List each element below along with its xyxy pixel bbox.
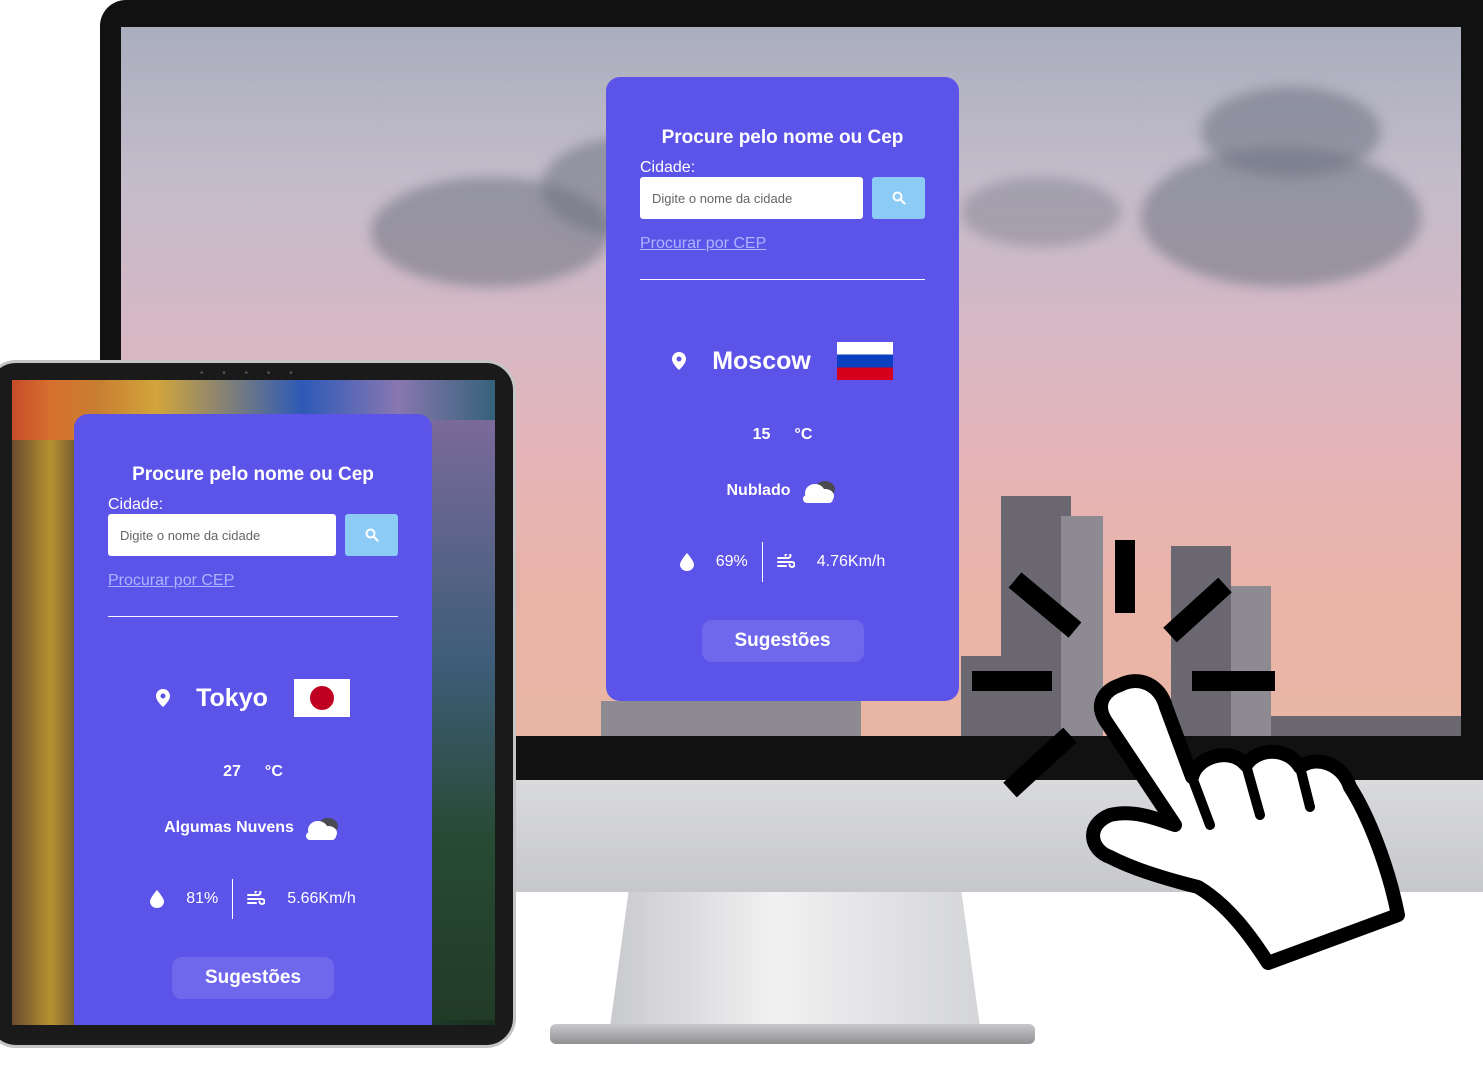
cloud-icon [802,481,835,503]
japan-flag-icon [293,679,350,717]
humidity-value: 69% [715,553,748,570]
city-label: Cidade: [108,496,164,513]
city-name: Tokyo [196,683,268,712]
wind-icon [247,891,266,905]
weather-description: Algumas Nuvens [164,819,294,836]
divider [640,279,925,280]
suggestions-button[interactable]: Sugestões [172,957,334,999]
weather-stats-row: 81% 5.66Km/h [108,879,398,919]
search-by-cep-link[interactable]: Procurar por CEP [108,572,234,590]
city-name: Moscow [712,346,811,375]
search-icon [365,528,379,542]
search-row [640,177,925,219]
temperature-unit: °C [794,426,813,443]
weather-description: Nublado [726,482,791,499]
wind-icon [776,554,795,568]
wind-value: 5.66Km/h [287,890,356,907]
weather-card-desktop: Procure pelo nome ou Cep Cidade: Procura… [606,77,959,701]
temperature-unit: °C [264,763,283,780]
cloud-icon [305,818,338,840]
city-row: Tokyo [108,679,398,717]
city-search-input[interactable] [640,177,863,219]
humidity-stat: 81% [136,890,232,908]
city-row: Moscow [640,342,925,380]
location-pin-icon [156,689,171,707]
temperature-value: 15 [752,426,771,443]
search-by-cep-link[interactable]: Procurar por CEP [640,235,766,253]
divider [108,616,398,617]
pointing-hand-cursor-icon [972,540,1405,970]
search-button[interactable] [872,177,925,219]
suggestions-button[interactable]: Sugestões [701,620,864,662]
search-icon [892,191,906,205]
tablet-camera-dots: • • • • • [200,368,301,379]
temperature-value: 27 [223,763,241,780]
temperature-row: 15 °C [640,426,925,444]
humidity-value: 81% [186,890,219,907]
city-label: Cidade: [640,159,696,176]
wind-stat: 4.76Km/h [763,553,899,571]
weather-card-tablet: Procure pelo nome ou Cep Cidade: Procura… [74,414,432,1025]
wind-value: 4.76Km/h [816,553,886,570]
weather-description-row: Algumas Nuvens [108,815,398,841]
wind-stat: 5.66Km/h [233,890,369,908]
weather-stats-row: 69% 4.76Km/h [640,542,925,582]
city-search-input[interactable] [108,514,336,556]
temperature-row: 27 °C [108,763,398,781]
card-title: Procure pelo nome ou Cep [661,127,904,148]
humidity-stat: 69% [666,553,762,571]
russia-flag-icon [836,342,893,380]
humidity-drop-icon [679,553,694,571]
weather-description-row: Nublado [640,478,925,504]
location-pin-icon [672,352,687,370]
search-row [108,514,398,556]
card-title: Procure pelo nome ou Cep [132,464,374,485]
monitor-stand [610,892,980,1027]
monitor-base [550,1024,1035,1044]
humidity-drop-icon [150,890,165,908]
search-button[interactable] [345,514,398,556]
